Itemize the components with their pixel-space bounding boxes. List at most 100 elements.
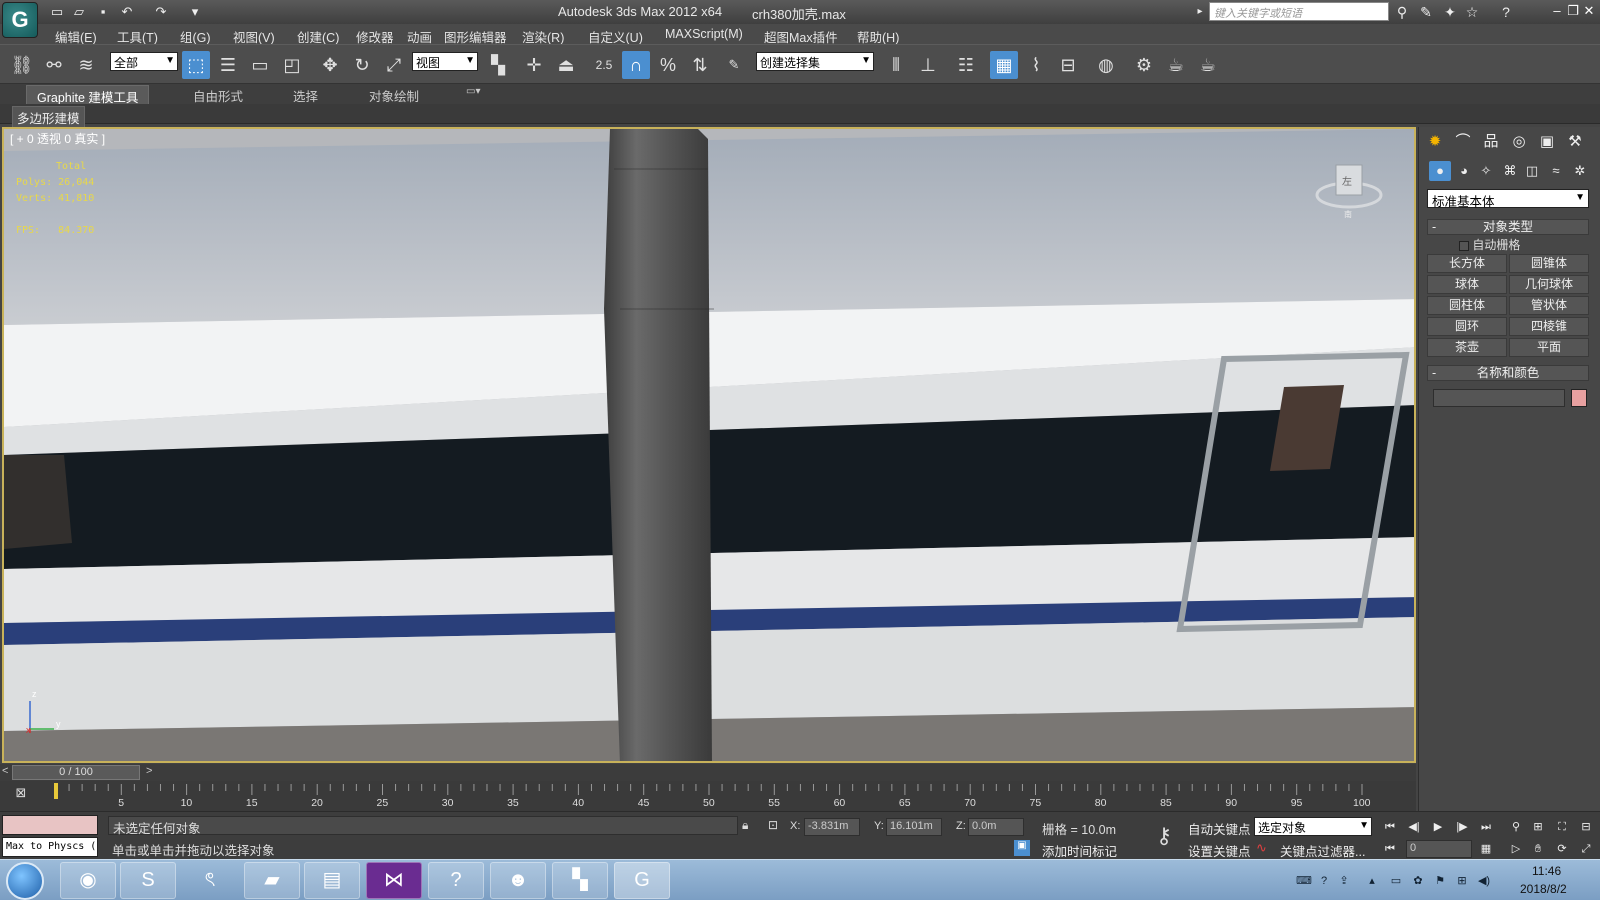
menu-maxscript[interactable]: MAXScript(M) [665, 27, 743, 41]
cone-button[interactable]: 圆锥体 [1509, 254, 1589, 273]
named-selection-dropdown[interactable]: 创建选择集 ▼ [756, 52, 874, 71]
bind-space-warp-icon[interactable]: ≋ [72, 51, 100, 79]
rectangular-selection-icon[interactable]: ▭ [246, 51, 274, 79]
tube-button[interactable]: 管状体 [1509, 296, 1589, 315]
time-slider[interactable]: < 0 / 100 > [0, 764, 1416, 781]
rendered-frame-window-icon[interactable]: ☕ [1162, 51, 1190, 79]
graphite-toggle-icon[interactable]: ▦ [990, 51, 1018, 79]
zoom-icon[interactable]: ⚲ [1506, 818, 1526, 836]
open-file-icon[interactable]: ▱ [70, 3, 88, 21]
helpers-icon[interactable]: ◫ [1521, 161, 1543, 181]
bird-app-icon[interactable]: ☻ [490, 862, 546, 899]
time-tag-icon[interactable]: ▣ [1014, 840, 1030, 856]
auto-key-button[interactable]: 自动关键点 [1188, 819, 1251, 838]
motion-tab-icon[interactable]: ◎ [1507, 131, 1531, 153]
systems-icon[interactable]: ✲ [1569, 161, 1591, 181]
zoom-extents-all-icon[interactable]: ⊟ [1576, 818, 1596, 836]
x-coord-input[interactable]: -3.831m [804, 818, 860, 836]
maxscript-mini-listener[interactable]: Max to Physcs ( [2, 837, 98, 857]
select-object-icon[interactable]: ⬚ [182, 51, 210, 79]
help-icon[interactable]: ? [1496, 2, 1516, 22]
schematic-view-icon[interactable]: ⊟ [1054, 51, 1082, 79]
object-name-input[interactable] [1433, 389, 1565, 407]
geosphere-button[interactable]: 几何球体 [1509, 275, 1589, 294]
sogou-icon[interactable]: S [120, 862, 176, 899]
maximize-viewport-icon[interactable]: ⤢ [1576, 840, 1596, 858]
current-frame-input[interactable]: 0 [1406, 840, 1472, 858]
pivot-center-icon[interactable]: ▚ [484, 51, 512, 79]
align-icon[interactable]: ⊥ [914, 51, 942, 79]
render-production-icon[interactable]: ☕ [1194, 51, 1222, 79]
keyboard-shortcut-override-icon[interactable]: ⏏ [552, 51, 580, 79]
move-icon[interactable]: ✥ [316, 51, 344, 79]
start-button-icon[interactable] [6, 862, 44, 900]
lights-icon[interactable]: ✧ [1475, 161, 1497, 181]
material-editor-icon[interactable]: ◍ [1092, 51, 1120, 79]
percent-snap-icon[interactable]: % [654, 51, 682, 79]
visual-studio-icon[interactable]: ⋈ [366, 862, 422, 899]
tab-object-paint[interactable]: 对象绘制 [369, 86, 419, 105]
z-coord-input[interactable]: 0.0m [968, 818, 1024, 836]
shapes-icon[interactable]: ◕ [1453, 161, 1475, 181]
new-file-icon[interactable]: ▭ [48, 3, 66, 21]
help-search-input[interactable]: 键入关键字或短语 [1209, 2, 1389, 21]
communication-icon[interactable]: ✦ [1440, 2, 1460, 22]
layer-manager-icon[interactable]: ☷ [952, 51, 980, 79]
rollout-object-type[interactable]: - 对象类型 [1427, 219, 1589, 235]
save-file-icon[interactable]: ▪ [94, 3, 112, 21]
set-key-mode-icon[interactable]: ⚷ [1146, 818, 1182, 854]
show-hidden-icons-icon[interactable]: ▴ [1364, 873, 1380, 889]
subscription-icon[interactable]: ✎ [1416, 2, 1436, 22]
maxscript-mini-listener-pink[interactable] [2, 815, 98, 835]
clock-date[interactable]: 2018/8/2 [1520, 882, 1567, 896]
rollout-name-color[interactable]: - 名称和颜色 [1427, 365, 1589, 381]
previous-frame-icon[interactable]: ◀︎| [1404, 818, 1424, 836]
binoculars-icon[interactable]: ⚲ [1392, 2, 1412, 22]
field-of-view-icon[interactable]: ▷ [1506, 840, 1526, 858]
object-color-swatch[interactable] [1571, 389, 1587, 407]
key-mode-toggle-icon[interactable]: ⏮ [1380, 840, 1400, 858]
viewcube[interactable]: 左 南 [1314, 159, 1384, 219]
angle-snap-icon[interactable]: ∩ [622, 51, 650, 79]
teapot-button[interactable]: 茶壶 [1427, 338, 1507, 357]
absolute-mode-icon[interactable]: ⊡ [768, 818, 784, 834]
input-tray-icon[interactable]: ⇪ [1336, 873, 1352, 889]
edit-named-selection-icon[interactable]: ✎ [720, 51, 748, 79]
3ds-max-task-icon[interactable]: G [614, 862, 670, 899]
geometry-icon[interactable]: ● [1429, 161, 1451, 181]
rotate-icon[interactable]: ↻ [348, 51, 376, 79]
favorites-star-icon[interactable]: ☆ [1462, 2, 1482, 22]
tab-selection[interactable]: 选择 [293, 86, 318, 105]
undo-icon[interactable]: ↶ [118, 3, 136, 21]
track-bar[interactable]: ⊠ 5 10 15 20 25 30 35 40 45 50 55 60 65 70 75 80 85 90 95 1… [0, 781, 1416, 811]
snap-toggle-icon[interactable]: 2.5 [590, 51, 618, 79]
mirror-icon[interactable]: ⫴ [882, 51, 910, 79]
go-to-end-icon[interactable]: ⏭ [1476, 818, 1496, 836]
object-category-dropdown[interactable]: 标准基本体 ▼ [1427, 189, 1589, 209]
file-explorer-icon[interactable]: ▤ [304, 862, 360, 899]
hierarchy-tab-icon[interactable]: 品 [1479, 131, 1503, 153]
sticky-notes-icon[interactable]: ▰ [244, 862, 300, 899]
viewport-label[interactable]: [ + 0 透视 0 真实 ] [10, 130, 105, 147]
qq-tray-icon[interactable]: ✿ [1410, 873, 1426, 889]
restore-icon[interactable]: ❐ [1566, 3, 1580, 19]
redo-icon[interactable]: ↷ [152, 3, 170, 21]
ribbon-options-icon[interactable]: ▭▾ [466, 86, 480, 97]
scale-icon[interactable]: ⤢ [380, 51, 408, 79]
close-icon[interactable]: ✕ [1582, 3, 1596, 19]
select-by-name-icon[interactable]: ☰ [214, 51, 242, 79]
volume-tray-icon[interactable]: ◀︎) [1476, 873, 1492, 889]
curve-editor-icon[interactable]: ⌇ [1022, 51, 1050, 79]
unlink-icon[interactable]: ⚯ [40, 51, 68, 79]
go-to-start-icon[interactable]: ⏮ [1380, 818, 1400, 836]
next-frame-icon[interactable]: > [146, 765, 152, 777]
key-mode-dropdown[interactable]: 选定对象 ▼ [1254, 817, 1372, 836]
office-icon[interactable]: ▚ [552, 862, 608, 899]
help-viewer-icon[interactable]: ? [428, 862, 484, 899]
keyboard-tray-icon[interactable]: ⌨ [1296, 873, 1312, 889]
spinner-snap-icon[interactable]: ⇅ [686, 51, 714, 79]
prev-frame-icon[interactable]: < [2, 765, 8, 777]
select-link-icon[interactable]: ⛓ [8, 51, 36, 79]
create-tab-icon[interactable]: ✹ [1423, 131, 1447, 153]
key-filters-button[interactable]: 关键点过滤器... [1280, 841, 1365, 860]
